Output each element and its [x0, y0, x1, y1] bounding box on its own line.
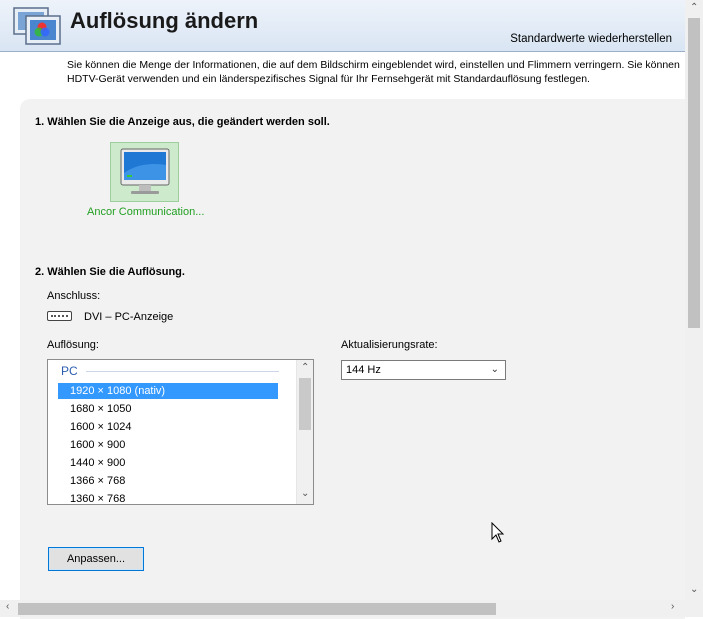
resolution-item[interactable]: 1680 × 1050 [58, 401, 278, 417]
refresh-rate-label: Aktualisierungsrate: [341, 339, 438, 351]
resolution-item[interactable]: 1440 × 900 [58, 455, 278, 471]
scroll-down-arrow-icon[interactable]: ⌄ [301, 488, 309, 499]
connector-value: DVI – PC-Anzeige [84, 311, 174, 323]
intro-text: Sie können die Menge der Informationen, … [67, 59, 680, 85]
monitor-icon [120, 148, 170, 194]
scroll-right-arrow-icon[interactable]: › [671, 601, 674, 612]
display-label: Ancor Communication... [87, 206, 205, 218]
vertical-scroll-thumb[interactable] [688, 18, 700, 328]
dvi-connector-icon [47, 311, 72, 321]
section1-title: 1. Wählen Sie die Anzeige aus, die geänd… [35, 116, 330, 128]
resolution-item[interactable]: 1360 × 768 [58, 491, 278, 504]
horizontal-scroll-thumb[interactable] [18, 603, 496, 615]
section2-title: 2. Wählen Sie die Auflösung. [35, 266, 185, 278]
header: Auflösung ändern Standardwerte wiederher… [0, 0, 685, 52]
customize-button[interactable]: Anpassen... [48, 547, 144, 571]
refresh-rate-select[interactable]: 144 Hz ⌄ [341, 360, 506, 380]
resolution-item[interactable]: 1366 × 768 [58, 473, 278, 489]
restore-defaults-link[interactable]: Standardwerte wiederherstellen [510, 33, 672, 45]
display-tile[interactable] [110, 142, 179, 202]
horizontal-scrollbar[interactable]: ‹ › [0, 600, 685, 617]
resolution-listbox[interactable]: PC 1920 × 1080 (nativ) 1680 × 1050 1600 … [47, 359, 314, 505]
vertical-scrollbar[interactable]: ⌃ ⌄ [685, 0, 703, 600]
scroll-up-arrow-icon[interactable]: ⌃ [301, 362, 309, 373]
scroll-down-arrow-icon[interactable]: ⌄ [690, 584, 698, 595]
mouse-cursor-icon [491, 522, 505, 543]
resolution-item[interactable]: 1600 × 1024 [58, 419, 278, 435]
refresh-rate-value: 144 Hz [346, 364, 381, 376]
scrollbar-corner [685, 600, 703, 617]
resolution-label: Auflösung: [47, 339, 99, 351]
page-title: Auflösung ändern [70, 8, 259, 33]
resolution-item[interactable]: 1600 × 900 [58, 437, 278, 453]
chevron-down-icon: ⌄ [490, 364, 499, 375]
resolution-group-header: PC [61, 364, 279, 378]
scroll-left-arrow-icon[interactable]: ‹ [6, 601, 9, 612]
scroll-up-arrow-icon[interactable]: ⌃ [690, 2, 698, 13]
resolution-list-scrollbar[interactable]: ⌃ ⌄ [296, 360, 313, 504]
resolution-group-label: PC [61, 364, 78, 378]
display-settings-icon [13, 7, 61, 45]
resolution-item-selected[interactable]: 1920 × 1080 (nativ) [58, 383, 278, 399]
resolution-list-scroll-thumb[interactable] [299, 378, 311, 430]
connector-label: Anschluss: [47, 290, 101, 302]
